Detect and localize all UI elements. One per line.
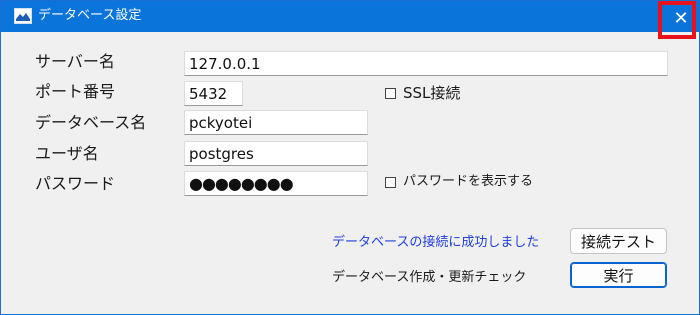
create-update-check-note: データベース作成・更新チェック bbox=[332, 270, 527, 285]
ssl-checkbox-row[interactable]: SSL接続 bbox=[385, 81, 495, 105]
close-icon: ✕ bbox=[673, 8, 689, 29]
title-bar[interactable]: データベース設定 ✕ bbox=[1, 1, 699, 39]
server-name-input[interactable] bbox=[184, 51, 668, 76]
database-name-label: データベース名 bbox=[35, 113, 147, 132]
execute-button[interactable]: 実行 bbox=[570, 262, 667, 288]
server-name-label: サーバー名 bbox=[35, 52, 115, 71]
connection-status-message: データベースの接続に成功しました bbox=[332, 235, 540, 250]
show-password-label: パスワードを表示する bbox=[403, 174, 534, 189]
user-name-input[interactable] bbox=[184, 141, 368, 166]
port-label: ポート番号 bbox=[35, 82, 116, 101]
user-name-label: ユーザ名 bbox=[35, 144, 99, 163]
database-app-icon bbox=[14, 8, 32, 24]
show-password-checkbox-row[interactable]: パスワードを表示する bbox=[385, 172, 555, 194]
database-settings-dialog: データベース設定 ✕ サーバー名 ポート番号 SSL接続 データベース名 ユーザ… bbox=[0, 0, 700, 315]
ssl-checkbox[interactable] bbox=[385, 88, 396, 99]
password-mask: ●●●●●●●● bbox=[189, 174, 294, 193]
close-button[interactable]: ✕ bbox=[658, 1, 696, 39]
window-title: データベース設定 bbox=[38, 8, 142, 23]
test-connection-button[interactable]: 接続テスト bbox=[570, 228, 667, 254]
database-name-input[interactable] bbox=[184, 110, 368, 135]
port-input[interactable] bbox=[184, 81, 243, 106]
password-label: パスワード bbox=[35, 174, 116, 193]
ssl-checkbox-label: SSL接続 bbox=[403, 84, 461, 102]
password-input[interactable]: ●●●●●●●● bbox=[184, 171, 368, 196]
show-password-checkbox[interactable] bbox=[385, 177, 396, 188]
